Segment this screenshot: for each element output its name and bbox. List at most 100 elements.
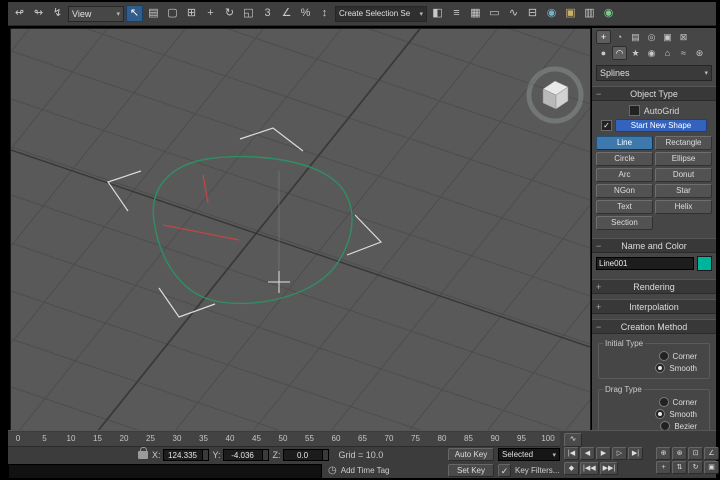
start-new-shape-button[interactable]: Start New Shape — [615, 119, 707, 132]
rollout-header-name-and-color[interactable]: − Name and Color — [592, 238, 716, 253]
snap-toggle-3d-icon[interactable]: 3 — [259, 5, 276, 22]
x-coordinate-field[interactable]: 124.335 — [163, 449, 209, 461]
field-of-view-icon[interactable]: ∠ — [704, 447, 719, 460]
perspective-viewport[interactable] — [10, 28, 591, 432]
curve-editor-icon[interactable]: ∿ — [505, 5, 522, 22]
object-type-button-circle[interactable]: Circle — [596, 152, 653, 166]
zoom-extents-icon[interactable]: ⊡ — [688, 447, 703, 460]
object-color-swatch[interactable] — [697, 256, 712, 271]
pan-icon[interactable]: + — [656, 461, 671, 474]
rollout-header-creation-method[interactable]: − Creation Method — [592, 319, 716, 334]
display-tab[interactable]: ▣ — [660, 30, 675, 44]
orbit-icon[interactable]: ↻ — [688, 461, 703, 474]
spinner-icon[interactable] — [202, 450, 208, 460]
motion-tab[interactable]: ◎ — [644, 30, 659, 44]
align-icon[interactable]: ≡ — [448, 5, 465, 22]
y-coordinate-field[interactable]: -4.036 — [223, 449, 269, 461]
create-tab[interactable]: + — [596, 30, 611, 44]
schematic-view-icon[interactable]: ⊟ — [524, 5, 541, 22]
rectangular-selection-region-icon[interactable]: ▢ — [164, 5, 181, 22]
radio-initial-smooth[interactable]: Smooth — [603, 363, 697, 373]
object-name-input[interactable] — [596, 257, 694, 270]
rollout-header-interpolation[interactable]: + Interpolation — [592, 299, 716, 314]
select-and-link-icon[interactable]: ↫ — [11, 5, 28, 22]
spinner-snap-icon[interactable]: ↕ — [316, 5, 333, 22]
shapes-category-icon[interactable]: ◠ — [612, 46, 627, 60]
material-editor-icon[interactable]: ◉ — [543, 5, 560, 22]
object-type-button-rectangle[interactable]: Rectangle — [655, 136, 712, 150]
reference-coordsys-dropdown[interactable]: View ▾ — [68, 6, 124, 22]
previous-frame-button[interactable]: ◀ — [580, 447, 595, 460]
object-type-button-section[interactable]: Section — [596, 216, 653, 230]
select-and-move-icon[interactable]: + — [202, 5, 219, 22]
spinner-icon[interactable] — [262, 450, 268, 460]
object-type-button-line[interactable]: Line — [596, 136, 653, 150]
select-and-rotate-icon[interactable]: ↻ — [221, 5, 238, 22]
key-filters-link[interactable]: Key Filters... — [515, 466, 559, 475]
layer-manager-icon[interactable]: ▦ — [467, 5, 484, 22]
next-key-button[interactable]: ▶▶| — [600, 462, 619, 475]
lights-category-icon[interactable]: ★ — [628, 46, 643, 60]
corner-bracket — [108, 171, 141, 211]
walk-through-icon[interactable]: ⇅ — [672, 461, 687, 474]
radio-drag-smooth[interactable]: Smooth — [603, 409, 697, 419]
z-coordinate-field[interactable]: 0.0 — [283, 449, 329, 461]
radio-initial-corner[interactable]: Corner — [603, 351, 697, 361]
object-type-button-star[interactable]: Star — [655, 184, 712, 198]
named-selection-set-dropdown[interactable]: Create Selection Se ▾ — [335, 6, 427, 22]
zoom-all-icon[interactable]: ⊛ — [672, 447, 687, 460]
maxscript-mini-listener[interactable] — [8, 464, 322, 479]
object-type-button-arc[interactable]: Arc — [596, 168, 653, 182]
object-type-button-helix[interactable]: Helix — [655, 200, 712, 214]
set-key-button[interactable]: Set Key — [448, 464, 494, 477]
object-type-button-donut[interactable]: Donut — [655, 168, 712, 182]
key-selection-dropdown[interactable]: Selected ▾ — [498, 448, 560, 461]
selection-lock-toggle[interactable] — [138, 451, 148, 459]
cameras-category-icon[interactable]: ◉ — [644, 46, 659, 60]
key-mode-toggle-button[interactable]: ◆ — [564, 462, 579, 475]
graphite-ribbon-icon[interactable]: ▭ — [486, 5, 503, 22]
modify-tab[interactable]: ◔ — [612, 30, 627, 44]
bind-to-space-warp-icon[interactable]: ↯ — [49, 5, 66, 22]
window-crossing-icon[interactable]: ⊞ — [183, 5, 200, 22]
object-type-button-ngon[interactable]: NGon — [596, 184, 653, 198]
autogrid-checkbox[interactable]: AutoGrid — [596, 105, 712, 116]
systems-category-icon[interactable]: ⊛ — [692, 46, 707, 60]
auto-key-button[interactable]: Auto Key — [448, 448, 494, 461]
object-type-button-ellipse[interactable]: Ellipse — [655, 152, 712, 166]
track-bar[interactable]: 0510152025303540455055606570758085909510… — [8, 432, 560, 447]
set-key-check-icon[interactable]: ✓ — [498, 464, 511, 477]
render-production-icon[interactable]: ◉ — [600, 5, 617, 22]
spinner-icon[interactable] — [322, 450, 328, 460]
mirror-icon[interactable]: ◧ — [429, 5, 446, 22]
mini-curve-editor-button[interactable]: ∿ — [564, 433, 582, 447]
zoom-icon[interactable]: ⊕ — [656, 447, 671, 460]
helpers-category-icon[interactable]: ⌂ — [660, 46, 675, 60]
radio-drag-corner[interactable]: Corner — [603, 397, 697, 407]
rollout-header-rendering[interactable]: + Rendering — [592, 279, 716, 294]
next-frame-button[interactable]: ▷ — [612, 447, 627, 460]
rendered-frame-icon[interactable]: ▥ — [581, 5, 598, 22]
select-by-name-icon[interactable]: ▤ — [145, 5, 162, 22]
maximize-viewport-icon[interactable]: ▣ — [704, 461, 719, 474]
viewcube[interactable] — [529, 69, 581, 121]
hierarchy-tab[interactable]: ▤ — [628, 30, 643, 44]
add-time-tag[interactable]: ◷ Add Time Tag — [328, 464, 390, 477]
start-new-shape-checkbox[interactable]: ✓ — [601, 120, 612, 131]
previous-key-button[interactable]: |◀◀ — [580, 462, 599, 475]
geometry-category-icon[interactable]: ● — [596, 46, 611, 60]
angle-snap-icon[interactable]: ∠ — [278, 5, 295, 22]
go-to-end-button[interactable]: ▶| — [628, 447, 643, 460]
space-warps-category-icon[interactable]: ≈ — [676, 46, 691, 60]
play-button[interactable]: ▶ — [596, 447, 611, 460]
select-object-icon[interactable]: ↖ — [126, 5, 143, 22]
utilities-tab[interactable]: ⊠ — [676, 30, 691, 44]
select-and-scale-icon[interactable]: ◱ — [240, 5, 257, 22]
rollout-header-object-type[interactable]: − Object Type — [592, 86, 716, 101]
render-setup-icon[interactable]: ▣ — [562, 5, 579, 22]
unlink-selection-icon[interactable]: ↬ — [30, 5, 47, 22]
object-type-button-text[interactable]: Text — [596, 200, 653, 214]
go-to-start-button[interactable]: |◀ — [564, 447, 579, 460]
shape-category-dropdown[interactable]: Splines ▾ — [596, 65, 712, 81]
percent-snap-icon[interactable]: % — [297, 5, 314, 22]
